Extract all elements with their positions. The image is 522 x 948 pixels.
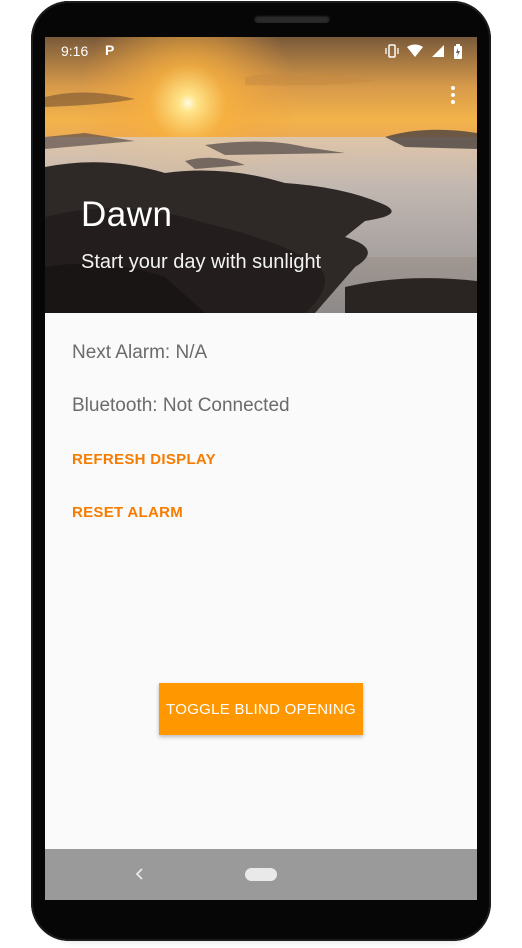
refresh-display-button[interactable]: REFRESH DISPLAY (72, 451, 216, 468)
signal-icon (432, 45, 445, 58)
status-bar: 9:16 P (45, 37, 477, 63)
app-screen: 9:16 P Dawn Start your day with sunlight… (45, 37, 477, 900)
speaker-grille (254, 15, 330, 23)
back-icon[interactable] (129, 863, 149, 885)
home-icon[interactable] (245, 868, 277, 881)
header-banner: 9:16 P Dawn Start your day with sunlight (45, 37, 477, 313)
status-icons (381, 42, 463, 59)
battery-icon (454, 43, 462, 59)
toggle-blind-opening-label: TOGGLE BLIND OPENING (166, 700, 356, 718)
notification-p-icon: P (105, 42, 115, 58)
status-time: 9:16 (61, 43, 89, 59)
app-subtitle: Start your day with sunlight (81, 251, 322, 273)
more-vert-icon[interactable] (443, 83, 463, 107)
app-title: Dawn (81, 195, 173, 234)
next-alarm-text: Next Alarm: N/A (72, 342, 208, 363)
navigation-bar (45, 849, 477, 900)
vibrate-icon (385, 44, 399, 59)
reset-alarm-button[interactable]: RESET ALARM (72, 504, 183, 521)
toggle-blind-opening-button[interactable]: TOGGLE BLIND OPENING (159, 683, 363, 735)
bluetooth-status-text: Bluetooth: Not Connected (72, 395, 290, 416)
wifi-icon (407, 44, 424, 58)
